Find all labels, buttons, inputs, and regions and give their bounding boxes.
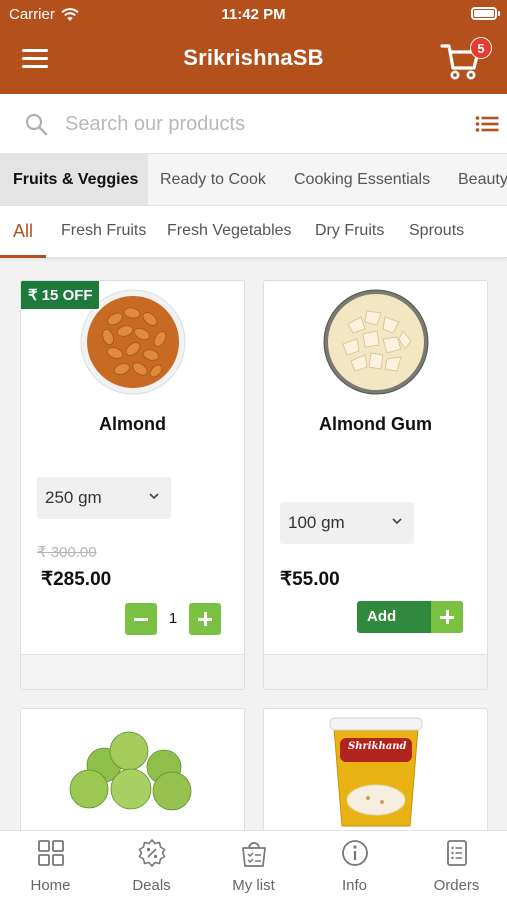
status-time: 11:42 PM bbox=[221, 6, 286, 23]
app-header: Carrier 11:42 PM SrikrishnaSB 5 bbox=[0, 0, 507, 94]
tab-home[interactable]: Home bbox=[0, 831, 101, 900]
search-box bbox=[8, 94, 463, 154]
card-footer bbox=[21, 654, 244, 689]
product-image-label: Shrikhand bbox=[348, 741, 407, 752]
tab-label: Home bbox=[30, 877, 71, 894]
category-tab-beauty[interactable]: Beauty bbox=[445, 154, 507, 205]
category-tab-cooking-essentials[interactable]: Cooking Essentials bbox=[281, 154, 443, 205]
add-to-cart-button[interactable]: Add bbox=[357, 601, 463, 633]
tab-orders[interactable]: Orders bbox=[406, 831, 507, 900]
subcategory-tab-all[interactable]: All bbox=[0, 206, 47, 258]
plus-icon bbox=[431, 601, 463, 633]
list-view-icon[interactable] bbox=[475, 114, 499, 134]
product-card-almond[interactable]: ₹ 15 OFF Almond 250 gm ₹ 300.00 ₹285.00 … bbox=[20, 280, 245, 690]
product-card-almond-gum[interactable]: Almond Gum 100 gm ₹55.00 Add bbox=[263, 280, 488, 690]
shopping-list-icon bbox=[242, 842, 266, 867]
subcategory-tab-dry-fruits[interactable]: Dry Fruits bbox=[315, 206, 384, 258]
quantity-value: 1 bbox=[168, 610, 178, 627]
app-title: SrikrishnaSB bbox=[183, 45, 324, 70]
quantity-decrease-button[interactable] bbox=[125, 603, 157, 635]
weight-select[interactable]: 100 gm bbox=[280, 502, 414, 544]
weight-value: 250 gm bbox=[45, 488, 102, 507]
category-tab-fruits-veggies[interactable]: Fruits & Veggies bbox=[0, 154, 148, 205]
tab-my-list[interactable]: My list bbox=[203, 831, 304, 900]
quantity-increase-button[interactable] bbox=[189, 603, 221, 635]
info-icon bbox=[342, 840, 368, 866]
subcategory-tab-sprouts[interactable]: Sprouts bbox=[409, 206, 464, 258]
discount-badge: ₹ 15 OFF bbox=[21, 281, 99, 309]
cart-count-badge: 5 bbox=[470, 37, 492, 59]
subcategory-tabs: All Fresh Fruits Fresh Vegetables Dry Fr… bbox=[0, 206, 507, 258]
shrikhand-image bbox=[329, 717, 423, 827]
search-input[interactable] bbox=[65, 112, 445, 136]
product-price: ₹285.00 bbox=[41, 569, 112, 590]
weight-value: 100 gm bbox=[288, 513, 345, 532]
amla-image bbox=[69, 731, 192, 811]
card-footer bbox=[264, 654, 487, 689]
home-grid-icon bbox=[38, 840, 64, 866]
bottom-tab-bar: Home Deals My list Info Orders bbox=[0, 830, 507, 900]
tab-info[interactable]: Info bbox=[304, 831, 405, 900]
weight-select[interactable]: 250 gm bbox=[37, 477, 171, 519]
product-name: Almond bbox=[99, 414, 166, 434]
chevron-down-icon bbox=[392, 518, 402, 525]
tab-label: Info bbox=[341, 877, 368, 894]
tab-label: Orders bbox=[433, 877, 480, 894]
subcategory-tab-fresh-vegetables[interactable]: Fresh Vegetables bbox=[167, 206, 292, 258]
product-price: ₹55.00 bbox=[280, 569, 340, 590]
search-bar bbox=[0, 94, 507, 154]
category-tabs: Fruits & Veggies Ready to Cook Cooking E… bbox=[0, 154, 507, 206]
almond-gum-image bbox=[323, 289, 429, 395]
product-name: Almond Gum bbox=[319, 414, 432, 434]
tab-label: Deals bbox=[132, 877, 171, 894]
add-label: Add bbox=[367, 608, 397, 625]
status-bar: Carrier 11:42 PM bbox=[0, 0, 507, 30]
category-tab-ready-to-cook[interactable]: Ready to Cook bbox=[147, 154, 279, 205]
tab-label: My list bbox=[232, 877, 275, 894]
chevron-down-icon bbox=[149, 493, 159, 500]
deals-badge-icon bbox=[138, 839, 166, 867]
orders-document-icon bbox=[447, 840, 467, 866]
product-mrp: ₹ 300.00 bbox=[37, 544, 97, 561]
subcategory-tab-fresh-fruits[interactable]: Fresh Fruits bbox=[61, 206, 146, 258]
battery-icon bbox=[471, 7, 500, 20]
cart-button[interactable]: 5 bbox=[440, 37, 492, 82]
tab-deals[interactable]: Deals bbox=[101, 831, 202, 900]
search-icon bbox=[25, 113, 48, 136]
